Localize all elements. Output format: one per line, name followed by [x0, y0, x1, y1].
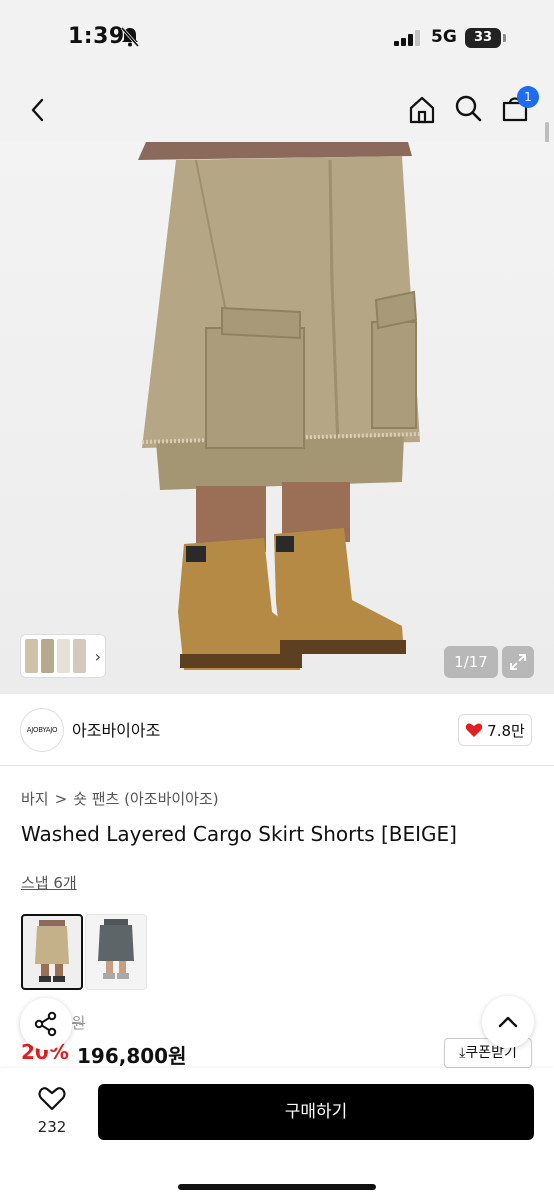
variant-beige[interactable] — [21, 914, 83, 990]
heart-icon — [38, 1087, 66, 1111]
home-button[interactable] — [404, 92, 440, 128]
search-button[interactable] — [450, 90, 486, 126]
thumbnail-1 — [25, 639, 38, 673]
buy-button[interactable]: 구매하기 — [98, 1084, 534, 1140]
product-image-carousel[interactable]: › 1/17 — [0, 142, 554, 694]
top-nav: 1 — [0, 76, 554, 142]
scroll-top-button[interactable] — [482, 996, 534, 1048]
image-counter: 1/17 — [444, 646, 498, 678]
breadcrumb-category[interactable]: 바지 — [21, 790, 49, 808]
chevron-up-icon — [498, 1016, 518, 1028]
variant-beige-image — [35, 920, 69, 982]
share-icon — [34, 1011, 57, 1037]
breadcrumb-separator: > — [54, 790, 68, 808]
network-type: 5G — [431, 27, 457, 47]
signal-icon — [394, 30, 420, 46]
breadcrumb-subcategory[interactable]: 숏 팬츠 (아조바이아조) — [73, 790, 218, 808]
battery-icon: 33 — [465, 28, 507, 48]
variant-charcoal-image — [98, 919, 134, 979]
cart-button[interactable]: 1 — [497, 86, 539, 126]
share-button[interactable] — [20, 998, 72, 1050]
variant-charcoal[interactable] — [85, 914, 147, 990]
heart-icon — [465, 723, 483, 737]
home-icon — [409, 96, 435, 124]
home-indicator — [178, 1184, 376, 1190]
breadcrumb: 바지 > 숏 팬츠 (아조바이아조) — [21, 788, 225, 809]
battery-tip — [503, 34, 506, 42]
brand-row[interactable]: AJOBYAJO 아조바이아조 7.8만 — [0, 694, 554, 766]
thumbnail-2 — [41, 639, 54, 673]
status-bar: 1:39 5G 33 — [0, 0, 554, 76]
brand-like-button[interactable]: 7.8만 — [458, 714, 532, 746]
wishlist-button[interactable]: 232 — [26, 1086, 78, 1136]
product-title: Washed Layered Cargo Skirt Shorts [BEIGE… — [21, 822, 457, 846]
back-button[interactable] — [20, 92, 56, 128]
battery-level: 33 — [465, 28, 501, 48]
wishlist-count: 232 — [37, 1118, 67, 1136]
expand-icon — [510, 654, 526, 670]
back-icon — [31, 98, 44, 122]
snap-link[interactable]: 스냅 6개 — [21, 872, 77, 893]
search-icon — [455, 95, 482, 122]
sale-price: 196,800원 — [77, 1044, 187, 1068]
chevron-right-icon: › — [94, 646, 101, 666]
thumbnail-3 — [57, 639, 70, 673]
thumbnail-strip-button[interactable]: › — [20, 634, 106, 678]
brand-logo[interactable]: AJOBYAJO — [20, 708, 64, 752]
brand-name[interactable]: 아조바이아조 — [72, 717, 160, 741]
cart-badge: 1 — [517, 86, 539, 108]
brand-like-count: 7.8만 — [487, 721, 525, 740]
product-photo — [138, 142, 421, 670]
expand-button[interactable] — [502, 646, 534, 678]
thumbnail-4 — [73, 639, 86, 673]
bottom-bar: 232 구매하기 — [0, 1068, 554, 1200]
bell-off-icon — [120, 27, 140, 47]
status-time: 1:39 — [68, 24, 125, 49]
